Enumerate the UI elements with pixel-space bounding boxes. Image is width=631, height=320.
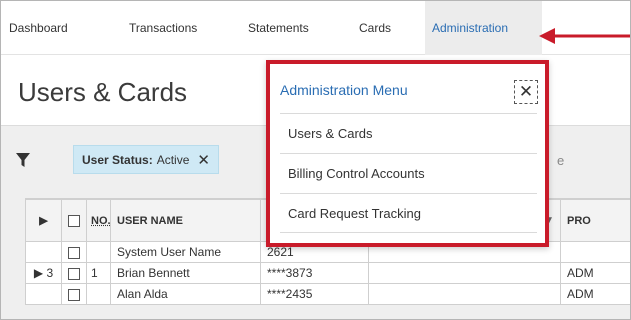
top-navigation: Dashboard Transactions Statements Cards … — [1, 1, 630, 55]
table-row[interactable]: Alan Alda ****2435 ADM — [25, 283, 630, 305]
user-name-cell: Brian Bennett — [110, 262, 261, 284]
select-all-cell — [61, 199, 87, 242]
row-select-cell — [61, 262, 87, 284]
funnel-icon[interactable] — [16, 152, 30, 168]
column-header-no[interactable]: NO. — [86, 199, 111, 242]
profile-cell — [560, 241, 630, 263]
row-checkbox[interactable] — [68, 246, 80, 259]
card-number-cell: ****2435 — [260, 283, 369, 305]
row-select-cell — [61, 241, 87, 263]
profile-cell: ADM — [560, 262, 630, 284]
row-select-cell — [61, 283, 87, 305]
filter-chip-key: User Status: — [82, 152, 153, 167]
profile-cell: ADM — [560, 283, 630, 305]
nav-cards[interactable]: Cards — [359, 1, 391, 55]
remove-filter-icon[interactable]: ✕ — [197, 151, 210, 169]
administration-menu: Administration Menu ✕ Users & Cards Bill… — [266, 60, 549, 247]
partially-hidden-text: e — [557, 153, 565, 168]
card-number-cell: ****3873 — [260, 262, 369, 284]
row-expander[interactable] — [25, 241, 62, 263]
filter-chip[interactable]: User Status: Active ✕ — [73, 145, 219, 174]
row-number: 1 — [86, 262, 111, 284]
menu-item-billing-control-accounts[interactable]: Billing Control Accounts — [280, 153, 537, 193]
close-icon[interactable]: ✕ — [514, 80, 538, 104]
row-number — [86, 283, 111, 305]
row-expander[interactable]: ▶ 3 — [25, 262, 62, 284]
nav-transactions[interactable]: Transactions — [129, 1, 197, 55]
column-header-no-label: NO. — [91, 214, 111, 227]
app-window: Dashboard Transactions Statements Cards … — [0, 0, 631, 320]
row-number — [86, 241, 111, 263]
user-name-cell: System User Name — [110, 241, 261, 263]
expand-all-icon[interactable]: ▶ — [25, 199, 62, 242]
select-all-checkbox[interactable] — [68, 214, 80, 227]
menu-title: Administration Menu — [280, 82, 408, 98]
row-expander[interactable] — [25, 283, 62, 305]
row-checkbox[interactable] — [68, 288, 80, 301]
menu-item-card-request-tracking[interactable]: Card Request Tracking — [280, 193, 537, 233]
page-title: Users & Cards — [18, 77, 188, 107]
column-header-user-name-label: USER NAME — [117, 214, 184, 227]
annotation-arrow-icon — [539, 28, 630, 44]
nav-administration[interactable]: Administration — [425, 1, 542, 55]
column-header-pro[interactable]: PRO — [560, 199, 630, 242]
table-row[interactable]: ▶ 3 1 Brian Bennett ****3873 ADM — [25, 262, 630, 284]
extra-cell — [368, 283, 561, 305]
extra-cell — [368, 262, 561, 284]
filter-chip-value: Active — [156, 152, 190, 167]
nav-statements[interactable]: Statements — [248, 1, 309, 55]
nav-dashboard[interactable]: Dashboard — [9, 1, 68, 55]
row-checkbox[interactable] — [68, 267, 80, 280]
column-header-user-name[interactable]: USER NAME — [110, 199, 261, 242]
menu-item-users-cards[interactable]: Users & Cards — [280, 113, 537, 153]
menu-list: Users & Cards Billing Control Accounts C… — [280, 113, 537, 233]
user-name-cell: Alan Alda — [110, 283, 261, 305]
